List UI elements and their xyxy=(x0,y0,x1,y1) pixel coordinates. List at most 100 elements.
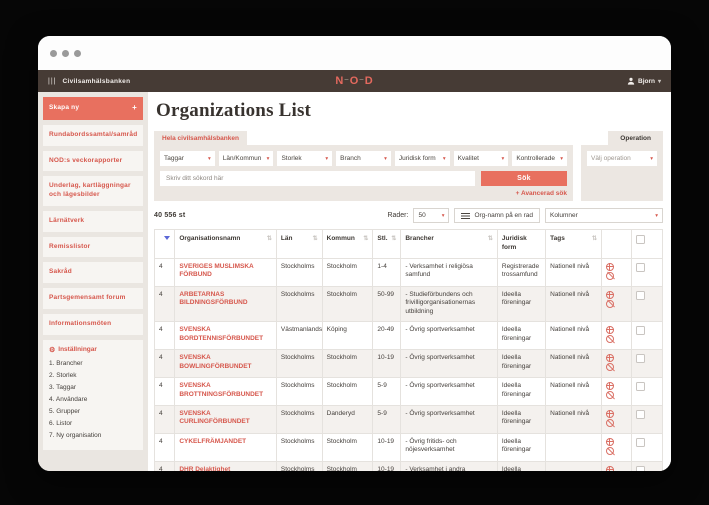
globe-icon[interactable] xyxy=(606,466,614,471)
column-header-lan[interactable]: Län⇅ xyxy=(276,230,322,259)
table-row[interactable]: 4 ARBETARNAS BILDNINGSFÖRBUND Stockholms… xyxy=(155,286,663,321)
window-minimize-icon[interactable] xyxy=(62,50,69,57)
organisation-name-link[interactable]: DHR Delaktighet handlingskraft rörelsefr… xyxy=(175,461,277,471)
organisation-name-link[interactable]: SVENSKA BORDTENNISFÖRBUNDET xyxy=(175,321,277,349)
organisation-name-link[interactable]: SVERIGES MUSLIMSKA FÖRBUND xyxy=(175,258,277,286)
filter-icon xyxy=(164,236,170,240)
advanced-search-link[interactable]: + Avancerad sök xyxy=(160,190,567,197)
organisation-name-link[interactable]: CYKELFRÄMJANDET xyxy=(175,433,277,461)
table-row[interactable]: 4 SVENSKA BORDTENNISFÖRBUNDET Västmanlan… xyxy=(155,321,663,349)
organisation-name-link[interactable]: SVENSKA BOWLINGFÖRBUNDET xyxy=(175,349,277,377)
operation-dropdown[interactable]: Välj operation ▾ xyxy=(587,151,657,166)
settings-item[interactable]: 3. Taggar xyxy=(49,384,137,391)
sidebar-item[interactable]: Underlag, kartläggningar och lägesbilder xyxy=(43,176,143,206)
settings-item[interactable]: 1. Brancher xyxy=(49,360,137,367)
organisation-name-link[interactable]: ARBETARNAS BILDNINGSFÖRBUND xyxy=(175,286,277,321)
table-row[interactable]: 4 DHR Delaktighet handlingskraft rörelse… xyxy=(155,461,663,471)
settings-item[interactable]: 6. Listor xyxy=(49,420,137,427)
select-all-checkbox[interactable] xyxy=(636,235,645,244)
user-menu[interactable]: Bjorn ▾ xyxy=(627,77,661,85)
settings-item[interactable]: 5. Grupper xyxy=(49,408,137,415)
column-header-tags[interactable]: Tags⇅ xyxy=(546,230,602,259)
window-controls[interactable] xyxy=(50,50,81,57)
filter-dropdown[interactable]: Kontrollerade ▾ xyxy=(512,151,567,166)
ban-icon[interactable] xyxy=(606,272,614,280)
column-header-stl[interactable]: Stl.⇅ xyxy=(373,230,401,259)
sidebar: Skapa ny + Rundabordssamtal/samråd NOD:s… xyxy=(38,92,148,471)
row-checkbox[interactable] xyxy=(636,326,645,335)
row-checkbox[interactable] xyxy=(636,382,645,391)
sidebar-item[interactable]: Sakråd xyxy=(43,262,143,283)
row-checkbox[interactable] xyxy=(636,354,645,363)
sidebar-item[interactable]: Partsgemensamt forum xyxy=(43,288,143,309)
settings-item[interactable]: 2. Storlek xyxy=(49,372,137,379)
row-checkbox[interactable] xyxy=(636,263,645,272)
column-header-kommun[interactable]: Kommun⇅ xyxy=(322,230,373,259)
column-header-brancher[interactable]: Brancher⇅ xyxy=(401,230,498,259)
ban-icon[interactable] xyxy=(606,300,614,308)
ban-icon[interactable] xyxy=(606,447,614,455)
settings-item[interactable]: 4. Användare xyxy=(49,396,137,403)
filter-column-header[interactable] xyxy=(155,230,175,259)
column-header-organisationsnamn[interactable]: Organisationsnamn⇅ xyxy=(175,230,277,259)
row-checkbox[interactable] xyxy=(636,438,645,447)
search-button[interactable]: Sök xyxy=(481,171,567,186)
sort-icon[interactable]: ⇅ xyxy=(313,235,318,243)
sidebar-item[interactable]: Remisslistor xyxy=(43,237,143,258)
lan-cell: Västmanlands xyxy=(276,321,322,349)
sort-icon[interactable]: ⇅ xyxy=(592,235,597,243)
globe-icon[interactable] xyxy=(606,410,614,418)
globe-icon[interactable] xyxy=(606,438,614,446)
filter-dropdown[interactable]: Storlek ▾ xyxy=(277,151,332,166)
row-checkbox[interactable] xyxy=(636,291,645,300)
filter-dropdown[interactable]: Taggar ▾ xyxy=(160,151,215,166)
columns-select[interactable]: Kolumner ▾ xyxy=(545,208,663,223)
create-new-button[interactable]: Skapa ny + xyxy=(43,97,143,120)
filter-dropdown[interactable]: Län/Kommun ▾ xyxy=(219,151,274,166)
sidebar-item[interactable]: NOD:s veckorapporter xyxy=(43,151,143,172)
sort-icon[interactable]: ⇅ xyxy=(488,235,493,243)
column-header-juridisk-form[interactable]: Juridisk form xyxy=(497,230,545,259)
org-name-one-row-button[interactable]: Org-namn på en rad xyxy=(454,208,540,223)
sidebar-item[interactable]: Lärnätverk xyxy=(43,211,143,232)
hamburger-icon[interactable]: ||| xyxy=(48,78,56,85)
rows-per-page-select[interactable]: 50 ▾ xyxy=(413,208,449,223)
table-row[interactable]: 4 SVERIGES MUSLIMSKA FÖRBUND Stockholms … xyxy=(155,258,663,286)
filter-dropdown[interactable]: Juridisk form ▾ xyxy=(395,151,450,166)
organisation-name-link[interactable]: SVENSKA CURLINGFÖRBUNDET xyxy=(175,405,277,433)
table-row[interactable]: 4 SVENSKA CURLINGFÖRBUNDET Stockholms Da… xyxy=(155,405,663,433)
tab-hela-civilsamhalsbanken[interactable]: Hela civilsamhälsbanken xyxy=(154,131,247,145)
sort-icon[interactable]: ⇅ xyxy=(363,235,368,243)
filter-dropdown[interactable]: Branch ▾ xyxy=(336,151,391,166)
sidebar-item[interactable]: Informationsmöten xyxy=(43,314,143,335)
globe-icon[interactable] xyxy=(606,354,614,362)
settings-header[interactable]: ⚙ Inställningar xyxy=(49,346,137,354)
row-checkbox[interactable] xyxy=(636,466,645,471)
globe-icon[interactable] xyxy=(606,382,614,390)
window-zoom-icon[interactable] xyxy=(74,50,81,57)
table-row[interactable]: 4 SVENSKA BOWLINGFÖRBUNDET Stockholms St… xyxy=(155,349,663,377)
lan-cell: Stockholms xyxy=(276,258,322,286)
app-brand[interactable]: Civilsamhälsbanken xyxy=(62,78,130,85)
user-icon xyxy=(627,77,635,85)
filter-dropdown[interactable]: Kvalitet ▾ xyxy=(454,151,509,166)
ban-icon[interactable] xyxy=(606,419,614,427)
sidebar-item[interactable]: Rundabordssamtal/samråd xyxy=(43,125,143,146)
juridisk-form-cell: Ideella föreningar xyxy=(497,433,545,461)
table-row[interactable]: 4 CYKELFRÄMJANDET Stockholms Stockholm 1… xyxy=(155,433,663,461)
window-close-icon[interactable] xyxy=(50,50,57,57)
globe-icon[interactable] xyxy=(606,291,614,299)
globe-icon[interactable] xyxy=(606,263,614,271)
tab-operation[interactable]: Operation xyxy=(608,131,663,145)
ban-icon[interactable] xyxy=(606,391,614,399)
sort-icon[interactable]: ⇅ xyxy=(391,235,396,243)
ban-icon[interactable] xyxy=(606,335,614,343)
search-input[interactable] xyxy=(160,171,475,186)
row-checkbox[interactable] xyxy=(636,410,645,419)
organisation-name-link[interactable]: SVENSKA BROTTNINGSFÖRBUNDET xyxy=(175,377,277,405)
table-row[interactable]: 4 SVENSKA BROTTNINGSFÖRBUNDET Stockholms… xyxy=(155,377,663,405)
settings-item[interactable]: 7. Ny organisation xyxy=(49,432,137,439)
sort-icon[interactable]: ⇅ xyxy=(267,235,272,243)
globe-icon[interactable] xyxy=(606,326,614,334)
ban-icon[interactable] xyxy=(606,363,614,371)
